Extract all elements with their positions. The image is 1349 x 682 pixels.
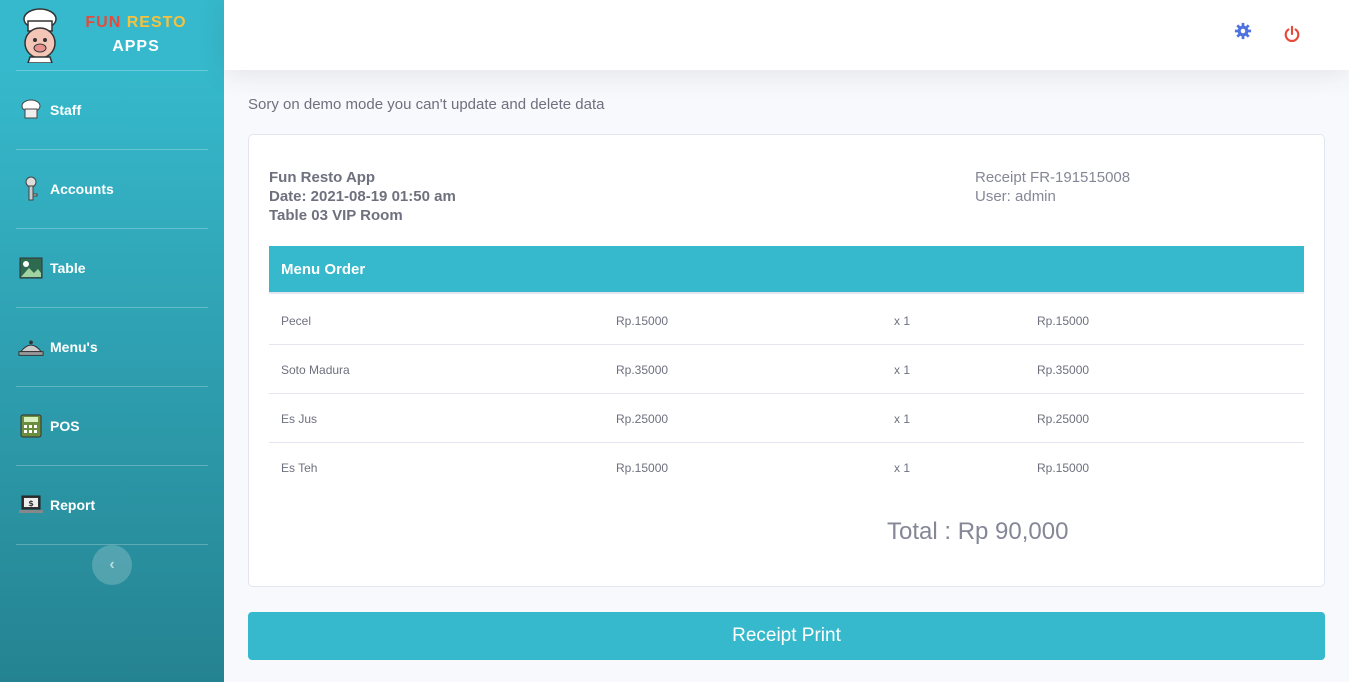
item-price: Rp.15000 <box>616 461 669 475</box>
receipt-card: Fun Resto App Date: 2021-08-19 01:50 am … <box>248 134 1325 587</box>
item-subtotal: Rp.25000 <box>1037 412 1090 426</box>
sidebar: FUN RESTO APPS Staff Accounts Table Menu… <box>0 0 224 682</box>
item-subtotal: Rp.35000 <box>1037 363 1090 377</box>
item-subtotal: Rp.15000 <box>1037 314 1090 328</box>
key-icon <box>18 176 44 202</box>
calculator-icon <box>18 413 44 439</box>
sidebar-item-menus[interactable]: Menu's <box>0 308 224 386</box>
food-tray-icon <box>18 334 44 360</box>
sidebar-item-table[interactable]: Table <box>0 229 224 307</box>
sidebar-item-staff[interactable]: Staff <box>0 71 224 149</box>
item-qty: x 1 <box>894 412 911 426</box>
item-qty: x 1 <box>894 461 911 475</box>
chef-logo-icon <box>23 8 57 63</box>
receipt-user: User: admin <box>975 188 1056 205</box>
item-price: Rp.15000 <box>616 314 669 328</box>
demo-mode-notice: Sory on demo mode you can't update and d… <box>248 96 605 113</box>
receipt-table: Table 03 VIP Room <box>269 207 403 224</box>
item-qty: x 1 <box>894 314 911 328</box>
svg-text:$: $ <box>28 499 34 508</box>
brand-fun: FUN <box>85 14 122 31</box>
receipt-info-right: Receipt FR-191515008 User: admin <box>975 168 1130 206</box>
brand-title: FUN RESTO APPS <box>64 11 208 59</box>
topbar <box>224 0 1349 70</box>
item-name: Pecel <box>281 314 312 328</box>
table-row: Es Jus Rp.25000 x 1 Rp.25000 <box>269 394 1304 443</box>
sidebar-toggle-button[interactable]: ‹ <box>92 545 132 585</box>
item-price: Rp.25000 <box>616 412 669 426</box>
receipt-app-name: Fun Resto App <box>269 169 376 186</box>
sidebar-item-label: Menu's <box>50 339 98 355</box>
picture-icon <box>18 255 44 281</box>
brand-apps: APPS <box>112 38 160 55</box>
sidebar-item-label: Accounts <box>50 181 114 197</box>
receipt-info-left: Fun Resto App Date: 2021-08-19 01:50 am … <box>269 168 456 225</box>
order-table: Pecel Rp.15000 x 1 Rp.15000 Soto Madura … <box>269 296 1304 492</box>
sidebar-item-report[interactable]: $ Report <box>0 466 224 544</box>
brand-resto: RESTO <box>126 14 187 31</box>
power-icon[interactable] <box>1283 25 1301 43</box>
sidebar-item-label: POS <box>50 418 80 434</box>
item-name: Es Jus <box>281 412 318 426</box>
gear-icon[interactable] <box>1234 22 1252 40</box>
item-name: Soto Madura <box>281 363 350 377</box>
sidebar-item-label: Table <box>50 260 86 276</box>
item-price: Rp.35000 <box>616 363 669 377</box>
table-row: Es Teh Rp.15000 x 1 Rp.15000 <box>269 443 1304 492</box>
laptop-report-icon: $ <box>18 492 44 518</box>
receipt-total: Total : Rp 90,000 <box>887 518 1069 545</box>
table-row: Pecel Rp.15000 x 1 Rp.15000 <box>269 296 1304 345</box>
table-row: Soto Madura Rp.35000 x 1 Rp.35000 <box>269 345 1304 394</box>
sidebar-item-pos[interactable]: POS <box>0 387 224 465</box>
item-name: Es Teh <box>281 461 318 475</box>
chef-hat-icon <box>18 97 44 123</box>
item-qty: x 1 <box>894 363 911 377</box>
receipt-print-button[interactable]: Receipt Print <box>248 612 1325 660</box>
brand[interactable]: FUN RESTO APPS <box>0 0 208 70</box>
receipt-date: Date: 2021-08-19 01:50 am <box>269 188 456 205</box>
item-subtotal: Rp.15000 <box>1037 461 1090 475</box>
sidebar-item-label: Staff <box>50 102 82 118</box>
sidebar-item-accounts[interactable]: Accounts <box>0 150 224 228</box>
sidebar-item-label: Report <box>50 497 96 513</box>
receipt-number: Receipt FR-191515008 <box>975 169 1131 186</box>
menu-order-header: Menu Order <box>269 246 1304 294</box>
